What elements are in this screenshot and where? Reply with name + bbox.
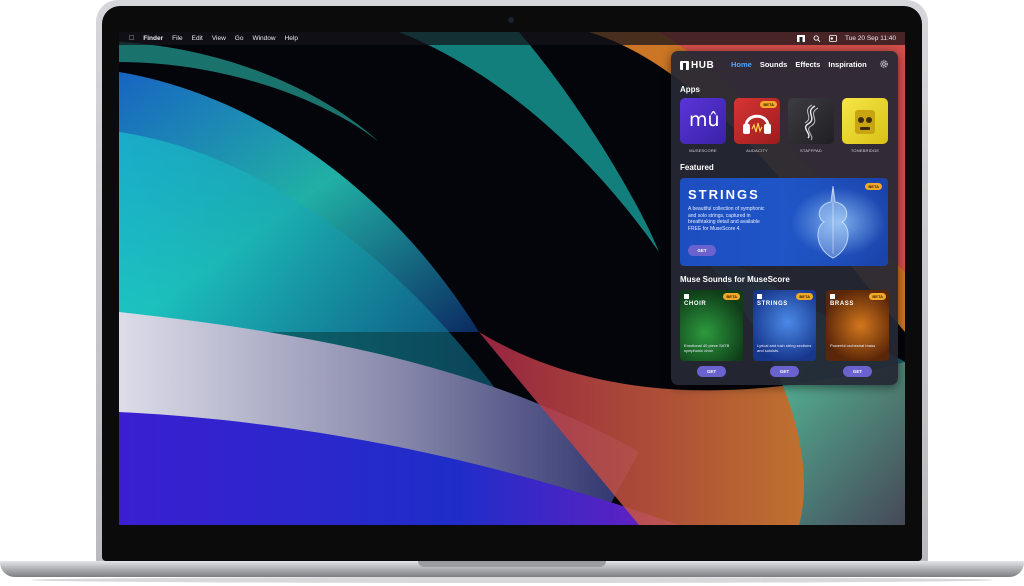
camera — [508, 17, 514, 23]
sound-card-choir[interactable]: CHOIR BETA Emotional 40 piece SATB symph… — [680, 290, 743, 361]
menubar-clock[interactable]: Tue 20 Sep 11:40 — [845, 35, 896, 42]
sound-desc-choir: Emotional 40 piece SATB symphonic choir — [684, 343, 730, 354]
app-staffpad[interactable]: STAFFPAD — [788, 98, 834, 153]
get-button-brass[interactable]: GET — [843, 366, 872, 377]
menu-go[interactable]: Go — [235, 35, 244, 42]
staffpad-app-icon[interactable] — [788, 98, 834, 144]
featured-description: A beautiful collection of symphonic and … — [688, 206, 765, 232]
screen-chin — [119, 526, 905, 560]
get-button-strings[interactable]: GET — [770, 366, 799, 377]
tonebridge-icon — [855, 110, 875, 134]
sound-card-brass[interactable]: BRASS BETA Powerful orchestral brass — [826, 290, 889, 361]
menu-window[interactable]: Window — [252, 35, 275, 42]
search-icon[interactable] — [813, 35, 821, 42]
menu-file[interactable]: File — [172, 35, 182, 42]
sound-name-strings: STRINGS — [757, 301, 788, 307]
apps-row: mû MUSESCORE BETA AUDACITY STAFFPAD TONE… — [680, 98, 890, 158]
menu-view[interactable]: View — [212, 35, 226, 42]
musehub-logo-mark — [680, 61, 689, 70]
musescore-glyph: mû — [689, 109, 720, 131]
app-musescore[interactable]: mû MUSESCORE — [680, 98, 726, 153]
sound-desc-strings: Lyrical and lush string sections and sol… — [757, 343, 812, 354]
violin-illustration — [817, 185, 849, 259]
laptop-notch — [418, 561, 606, 567]
tab-sounds[interactable]: Sounds — [760, 60, 788, 69]
sound-card-strings[interactable]: STRINGS BETA Lyrical and lush string sec… — [753, 290, 816, 361]
muse-mark-icon — [830, 294, 835, 299]
hub-nav: Home Sounds Effects Inspiration — [731, 60, 867, 69]
sounds-section-title: Muse Sounds for MuseScore — [680, 275, 790, 284]
musehub-logo: HUB — [680, 60, 714, 71]
apple-menu-icon[interactable]:  — [129, 35, 134, 42]
tonebridge-app-icon[interactable] — [842, 98, 888, 144]
staffpad-icon — [804, 104, 819, 141]
app-label-audacity: AUDACITY — [746, 148, 768, 153]
beta-badge: BETA — [723, 293, 740, 300]
beta-badge: BETA — [796, 293, 813, 300]
menu-help[interactable]: Help — [285, 35, 298, 42]
gear-icon[interactable] — [879, 59, 889, 69]
muse-mark-icon — [757, 294, 762, 299]
musescore-app-icon[interactable]: mû — [680, 98, 726, 144]
muse-mark-icon — [684, 294, 689, 299]
audacity-app-icon[interactable]: BETA — [734, 98, 780, 144]
app-label-staffpad: STAFFPAD — [800, 148, 822, 153]
beta-badge: BETA — [869, 293, 886, 300]
tab-inspiration[interactable]: Inspiration — [828, 60, 866, 69]
get-button-choir[interactable]: GET — [697, 366, 726, 377]
laptop-shadow — [30, 577, 994, 583]
musehub-logo-text: HUB — [691, 60, 715, 71]
beta-badge: BETA — [865, 183, 882, 190]
featured-card[interactable]: STRINGS BETA A beautiful collection of s… — [680, 178, 888, 266]
sounds-row: CHOIR BETA Emotional 40 piece SATB symph… — [680, 290, 890, 380]
musehub-panel: HUB Home Sounds Effects Inspiration Apps… — [671, 51, 898, 385]
app-label-musescore: MUSESCORE — [689, 148, 717, 153]
sound-desc-brass: Powerful orchestral brass — [830, 343, 876, 348]
app-audacity[interactable]: BETA AUDACITY — [734, 98, 780, 153]
tab-home[interactable]: Home — [731, 60, 752, 69]
app-tonebridge[interactable]: TONEBRIDGE — [842, 98, 888, 153]
laptop-screen:  Finder File Edit View Go Window Help T… — [119, 32, 905, 525]
control-center-icon[interactable] — [829, 35, 837, 42]
sound-name-choir: CHOIR — [684, 301, 707, 307]
apps-section-title: Apps — [680, 85, 700, 94]
featured-section-title: Featured — [680, 163, 714, 172]
sound-name-brass: BRASS — [830, 301, 855, 307]
featured-get-button[interactable]: GET — [688, 245, 716, 256]
beta-badge: BETA — [760, 101, 777, 108]
menu-edit[interactable]: Edit — [192, 35, 203, 42]
menu-bar:  Finder File Edit View Go Window Help T… — [119, 32, 905, 45]
menu-app-name[interactable]: Finder — [143, 35, 163, 42]
tab-effects[interactable]: Effects — [795, 60, 820, 69]
musehub-menubar-icon[interactable] — [797, 35, 806, 42]
app-label-tonebridge: TONEBRIDGE — [850, 148, 880, 153]
featured-title: STRINGS — [688, 187, 760, 202]
